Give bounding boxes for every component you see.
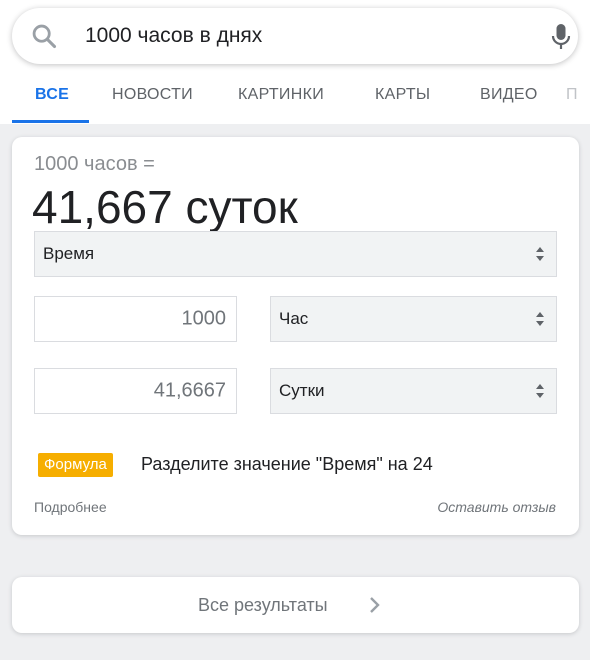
category-select-value: Время — [43, 244, 95, 263]
search-tabs: ВСЕ НОВОСТИ КАРТИНКИ КАРТЫ ВИДЕО П — [0, 70, 590, 124]
tab-news[interactable]: НОВОСТИ — [112, 86, 193, 104]
output-value: 41,6667 — [153, 379, 226, 402]
select-arrows-icon — [536, 384, 544, 398]
category-select[interactable]: Время — [34, 231, 557, 277]
select-arrows-icon — [536, 247, 544, 261]
conversion-result: 41,667 суток — [32, 181, 298, 233]
formula-text: Разделите значение "Время" на 24 — [141, 454, 433, 474]
input-unit-select[interactable]: Час — [270, 296, 557, 342]
all-results-label: Все результаты — [198, 595, 328, 615]
chevron-right-icon — [370, 597, 380, 613]
input-unit-value: Час — [279, 309, 309, 328]
tab-overflow[interactable]: П — [566, 86, 578, 104]
active-tab-indicator — [12, 120, 89, 123]
input-value: 1000 — [181, 307, 227, 330]
output-unit-value: Сутки — [279, 381, 325, 400]
feedback-link[interactable]: Оставить отзыв — [437, 499, 556, 515]
search-bar[interactable]: 1000 часов в днях — [12, 8, 578, 64]
tab-images[interactable]: КАРТИНКИ — [238, 86, 324, 104]
tab-video[interactable]: ВИДЕО — [480, 86, 538, 104]
search-icon[interactable] — [30, 22, 58, 50]
mic-icon[interactable] — [549, 22, 573, 52]
all-results-button[interactable]: Все результаты — [12, 577, 579, 633]
tab-all[interactable]: ВСЕ — [35, 86, 69, 104]
more-info-link[interactable]: Подробнее — [34, 499, 107, 515]
input-value-field[interactable]: 1000 — [34, 296, 237, 342]
unit-converter-card: 1000 часов = 41,667 суток Время 1000 Час… — [12, 137, 579, 535]
output-unit-select[interactable]: Сутки — [270, 368, 557, 414]
conversion-source-line: 1000 часов = — [34, 153, 155, 175]
output-value-field[interactable]: 41,6667 — [34, 368, 237, 414]
search-input[interactable]: 1000 часов в днях — [85, 23, 262, 49]
formula-badge: Формула — [38, 453, 113, 477]
search-header: 1000 часов в днях ВСЕ НОВОСТИ КАРТИНКИ К… — [0, 0, 590, 124]
tab-maps[interactable]: КАРТЫ — [375, 86, 430, 104]
select-arrows-icon — [536, 312, 544, 326]
